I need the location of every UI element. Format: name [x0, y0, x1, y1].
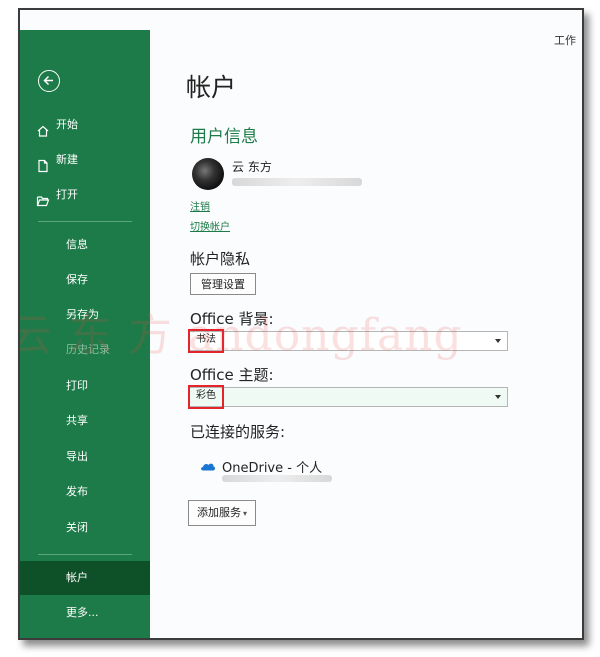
- office-background-value: 书法: [188, 329, 224, 353]
- sidebar-item-new[interactable]: 新建: [20, 143, 150, 177]
- sidebar-item-info[interactable]: 信息: [20, 228, 150, 262]
- user-name: 云 东方: [232, 160, 272, 174]
- avatar: [192, 158, 224, 190]
- sidebar-item-label: 打开: [56, 188, 78, 201]
- sidebar-divider: [38, 221, 132, 222]
- backstage-sidebar: 开始 新建 打开 信息 保存 另存为 历史记录 打印 共享 导出 发布 关闭 帐…: [20, 30, 150, 638]
- redacted-service-account: [222, 475, 332, 482]
- connected-services-heading: 已连接的服务:: [190, 423, 286, 441]
- office-theme-label: Office 主题:: [190, 366, 274, 384]
- office-theme-value: 彩色: [188, 385, 224, 409]
- sidebar-item-more[interactable]: 更多...: [20, 596, 150, 630]
- sidebar-item-export[interactable]: 导出: [20, 440, 150, 474]
- sidebar-item-history: 历史记录: [20, 333, 150, 367]
- sidebar-item-account[interactable]: 帐户: [20, 561, 150, 595]
- sidebar-item-print[interactable]: 打印: [20, 369, 150, 403]
- sidebar-item-home[interactable]: 开始: [20, 108, 150, 142]
- office-background-label: Office 背景:: [190, 310, 274, 328]
- sidebar-divider: [38, 554, 132, 555]
- sidebar-item-label: 新建: [56, 153, 78, 166]
- onedrive-cloud-icon: [200, 460, 216, 471]
- sidebar-item-label: 保存: [66, 273, 88, 286]
- sidebar-item-label: 帐户: [66, 571, 88, 584]
- sidebar-item-label: 打印: [66, 379, 88, 392]
- chevron-down-icon: [495, 339, 501, 343]
- open-folder-icon: [36, 188, 50, 207]
- office-background-select[interactable]: 书法: [188, 329, 508, 353]
- account-panel: 帐户 用户信息 云 东方 注销 切换帐户 帐户隐私 管理设置 Office 背景…: [150, 30, 582, 638]
- sign-out-link[interactable]: 注销: [190, 198, 210, 213]
- sidebar-item-share[interactable]: 共享: [20, 404, 150, 438]
- back-arrow-icon[interactable]: [38, 70, 60, 92]
- sidebar-item-close[interactable]: 关闭: [20, 511, 150, 545]
- page-title: 帐户: [186, 73, 237, 102]
- chevron-down-icon: [495, 395, 501, 399]
- office-theme-select[interactable]: 彩色: [188, 385, 508, 409]
- sidebar-item-label: 关闭: [66, 521, 88, 534]
- privacy-heading: 帐户隐私: [190, 250, 251, 268]
- switch-account-link[interactable]: 切换帐户: [190, 218, 230, 233]
- add-service-label: 添加服务: [197, 506, 241, 519]
- excel-backstage-window: 工作 开始 新建 打开 信息 保存 另存为 历史记录 打印 共享 导出 发布 关…: [18, 8, 584, 640]
- sidebar-item-save[interactable]: 保存: [20, 263, 150, 297]
- sidebar-item-label: 共享: [66, 414, 88, 427]
- redacted-email: [232, 178, 362, 186]
- sidebar-item-label: 另存为: [66, 308, 99, 321]
- chevron-down-icon: ▾: [243, 509, 248, 518]
- home-icon: [36, 118, 50, 137]
- sidebar-item-label: 信息: [66, 238, 88, 251]
- service-onedrive-label: OneDrive - 个人: [222, 461, 323, 476]
- add-service-button[interactable]: 添加服务 ▾: [188, 500, 257, 526]
- new-document-icon: [36, 153, 50, 173]
- sidebar-item-label: 更多...: [66, 606, 99, 619]
- sidebar-item-label: 导出: [66, 450, 88, 463]
- sidebar-item-label: 发布: [66, 485, 88, 498]
- manage-settings-button[interactable]: 管理设置: [190, 273, 256, 295]
- sidebar-item-open[interactable]: 打开: [20, 178, 150, 212]
- user-info-heading: 用户信息: [190, 127, 258, 147]
- sidebar-item-label: 开始: [56, 118, 78, 131]
- sidebar-item-publish[interactable]: 发布: [20, 475, 150, 509]
- sidebar-item-label: 历史记录: [66, 343, 110, 356]
- sidebar-item-save-as[interactable]: 另存为: [20, 298, 150, 332]
